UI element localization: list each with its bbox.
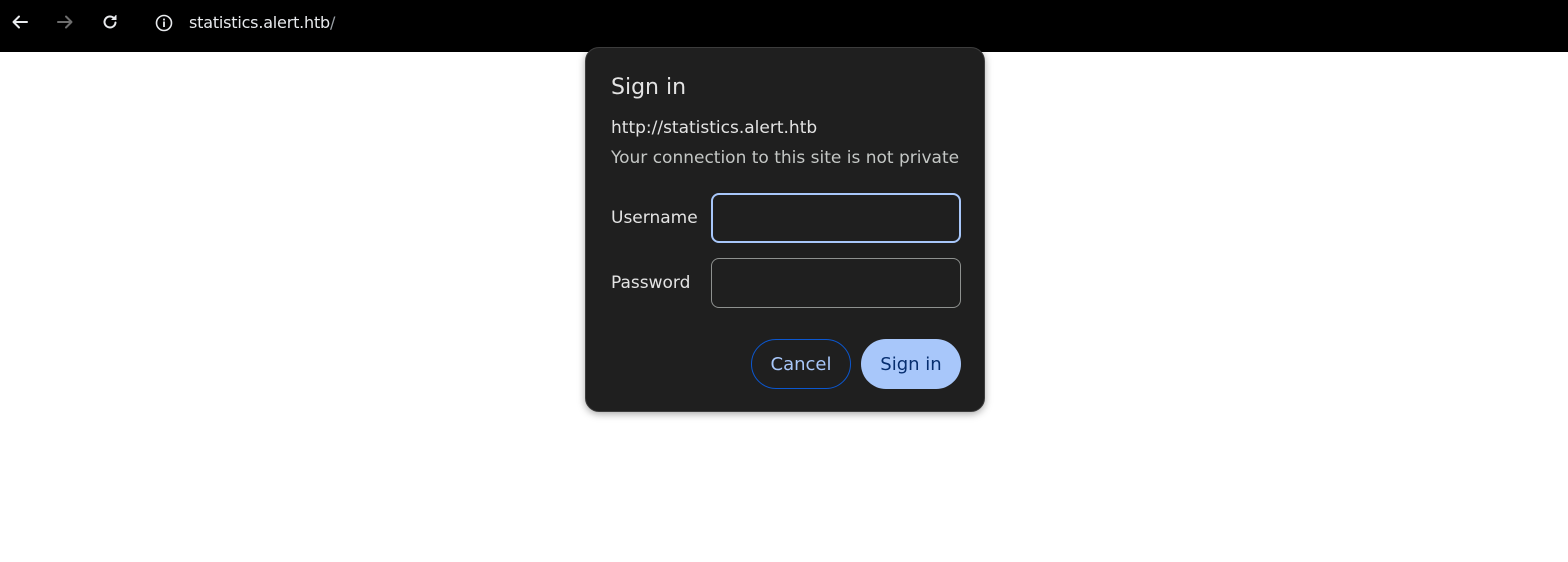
back-arrow-icon — [12, 15, 28, 29]
sign-in-dialog: Sign in http://statistics.alert.htb Your… — [585, 47, 985, 412]
password-label: Password — [611, 273, 691, 293]
forward-arrow-icon — [57, 15, 73, 29]
reload-icon — [103, 15, 117, 29]
site-info-button[interactable] — [154, 13, 174, 33]
connection-warning: Your connection to this site is not priv… — [611, 148, 960, 168]
back-button[interactable] — [9, 10, 31, 34]
site-info-icon — [155, 14, 173, 32]
password-input[interactable] — [711, 258, 961, 308]
browser-toolbar: statistics.alert.htb/ — [0, 0, 1568, 52]
sign-in-button[interactable]: Sign in — [861, 339, 961, 389]
username-label: Username — [611, 208, 698, 228]
url-host: statistics.alert.htb — [189, 13, 331, 32]
cancel-button[interactable]: Cancel — [751, 339, 851, 389]
forward-button[interactable] — [54, 10, 76, 34]
url-path: / — [330, 13, 336, 32]
address-bar[interactable]: statistics.alert.htb/ — [189, 12, 335, 34]
dialog-title: Sign in — [611, 75, 687, 100]
username-input[interactable] — [711, 193, 961, 243]
reload-button[interactable] — [99, 10, 121, 34]
dialog-origin: http://statistics.alert.htb — [611, 118, 818, 138]
